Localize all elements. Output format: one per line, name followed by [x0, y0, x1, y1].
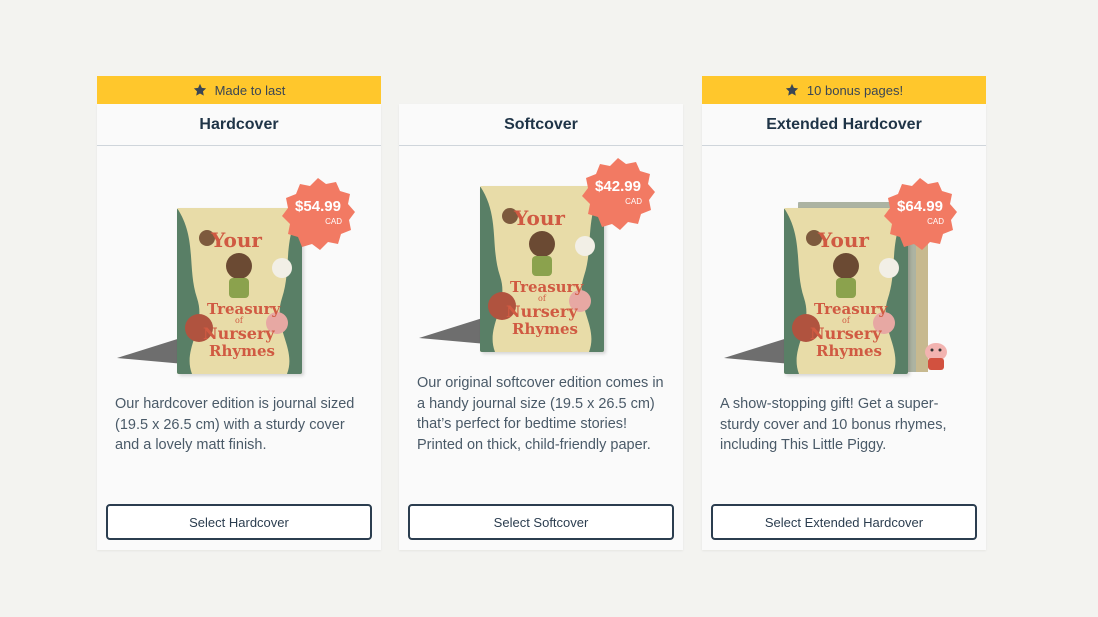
price-currency: CAD [325, 217, 342, 226]
star-icon [193, 83, 207, 97]
price-currency: CAD [927, 217, 944, 226]
price-amount: $64.99 [897, 198, 943, 215]
price-amount: $54.99 [295, 198, 341, 215]
book-title-line-2: Treasury [814, 300, 888, 318]
book-title-line-2: Treasury [207, 300, 281, 318]
select-softcover-button[interactable]: Select Softcover [408, 504, 674, 540]
book-title-line-1: Your [514, 206, 565, 230]
piggy-illustration [925, 343, 947, 370]
price-currency: CAD [625, 197, 642, 206]
ribbon-badge: 10 bonus pages! [702, 76, 986, 104]
select-extended-hardcover-button[interactable]: Select Extended Hardcover [711, 504, 977, 540]
select-hardcover-button[interactable]: Select Hardcover [106, 504, 372, 540]
ribbon-badge: Made to last [97, 76, 381, 104]
product-image: Your Treasury of Nursery Rhymes $64.99 C… [702, 146, 986, 376]
star-icon [785, 83, 799, 97]
book-title-line-4: Nursery [810, 324, 882, 343]
price-amount: $42.99 [595, 178, 641, 195]
product-description: A show-stopping gift! Get a super-sturdy… [720, 396, 947, 453]
book-title-line-1: Your [211, 228, 262, 252]
product-description: Our hardcover edition is journal sized (… [115, 396, 355, 453]
product-image: Your Treasury of Nursery Rhymes $54.99 C… [97, 146, 381, 376]
book-title-line-2: Treasury [510, 278, 584, 296]
product-description: Our original softcover edition comes in … [417, 375, 664, 453]
card-title: Extended Hardcover [702, 104, 986, 146]
price-badge: $54.99 CAD [280, 176, 356, 252]
ribbon-text: 10 bonus pages! [806, 82, 904, 98]
price-badge: $64.99 CAD [882, 176, 958, 252]
ribbon-text: Made to last [214, 82, 286, 98]
book-title-line-5: Rhymes [209, 342, 275, 360]
card-title: Hardcover [97, 104, 381, 146]
product-card-hardcover: Made to last Hardcover Your Treasury of … [97, 76, 381, 550]
card-title: Softcover [399, 104, 683, 146]
book-title-line-4: Nursery [203, 324, 275, 343]
book-title-line-1: Your [818, 228, 869, 252]
product-card-extended-hardcover: 10 bonus pages! Extended Hardcover Your … [702, 76, 986, 550]
book-title-line-5: Rhymes [512, 320, 578, 338]
book-title-line-5: Rhymes [816, 342, 882, 360]
book-title-line-4: Nursery [506, 302, 578, 321]
product-image: Your Treasury of Nursery Rhymes $42.99 C… [399, 146, 683, 376]
price-badge: $42.99 CAD [580, 156, 656, 232]
product-card-softcover: Softcover Your Treasury of Nursery Rhyme… [399, 104, 683, 550]
